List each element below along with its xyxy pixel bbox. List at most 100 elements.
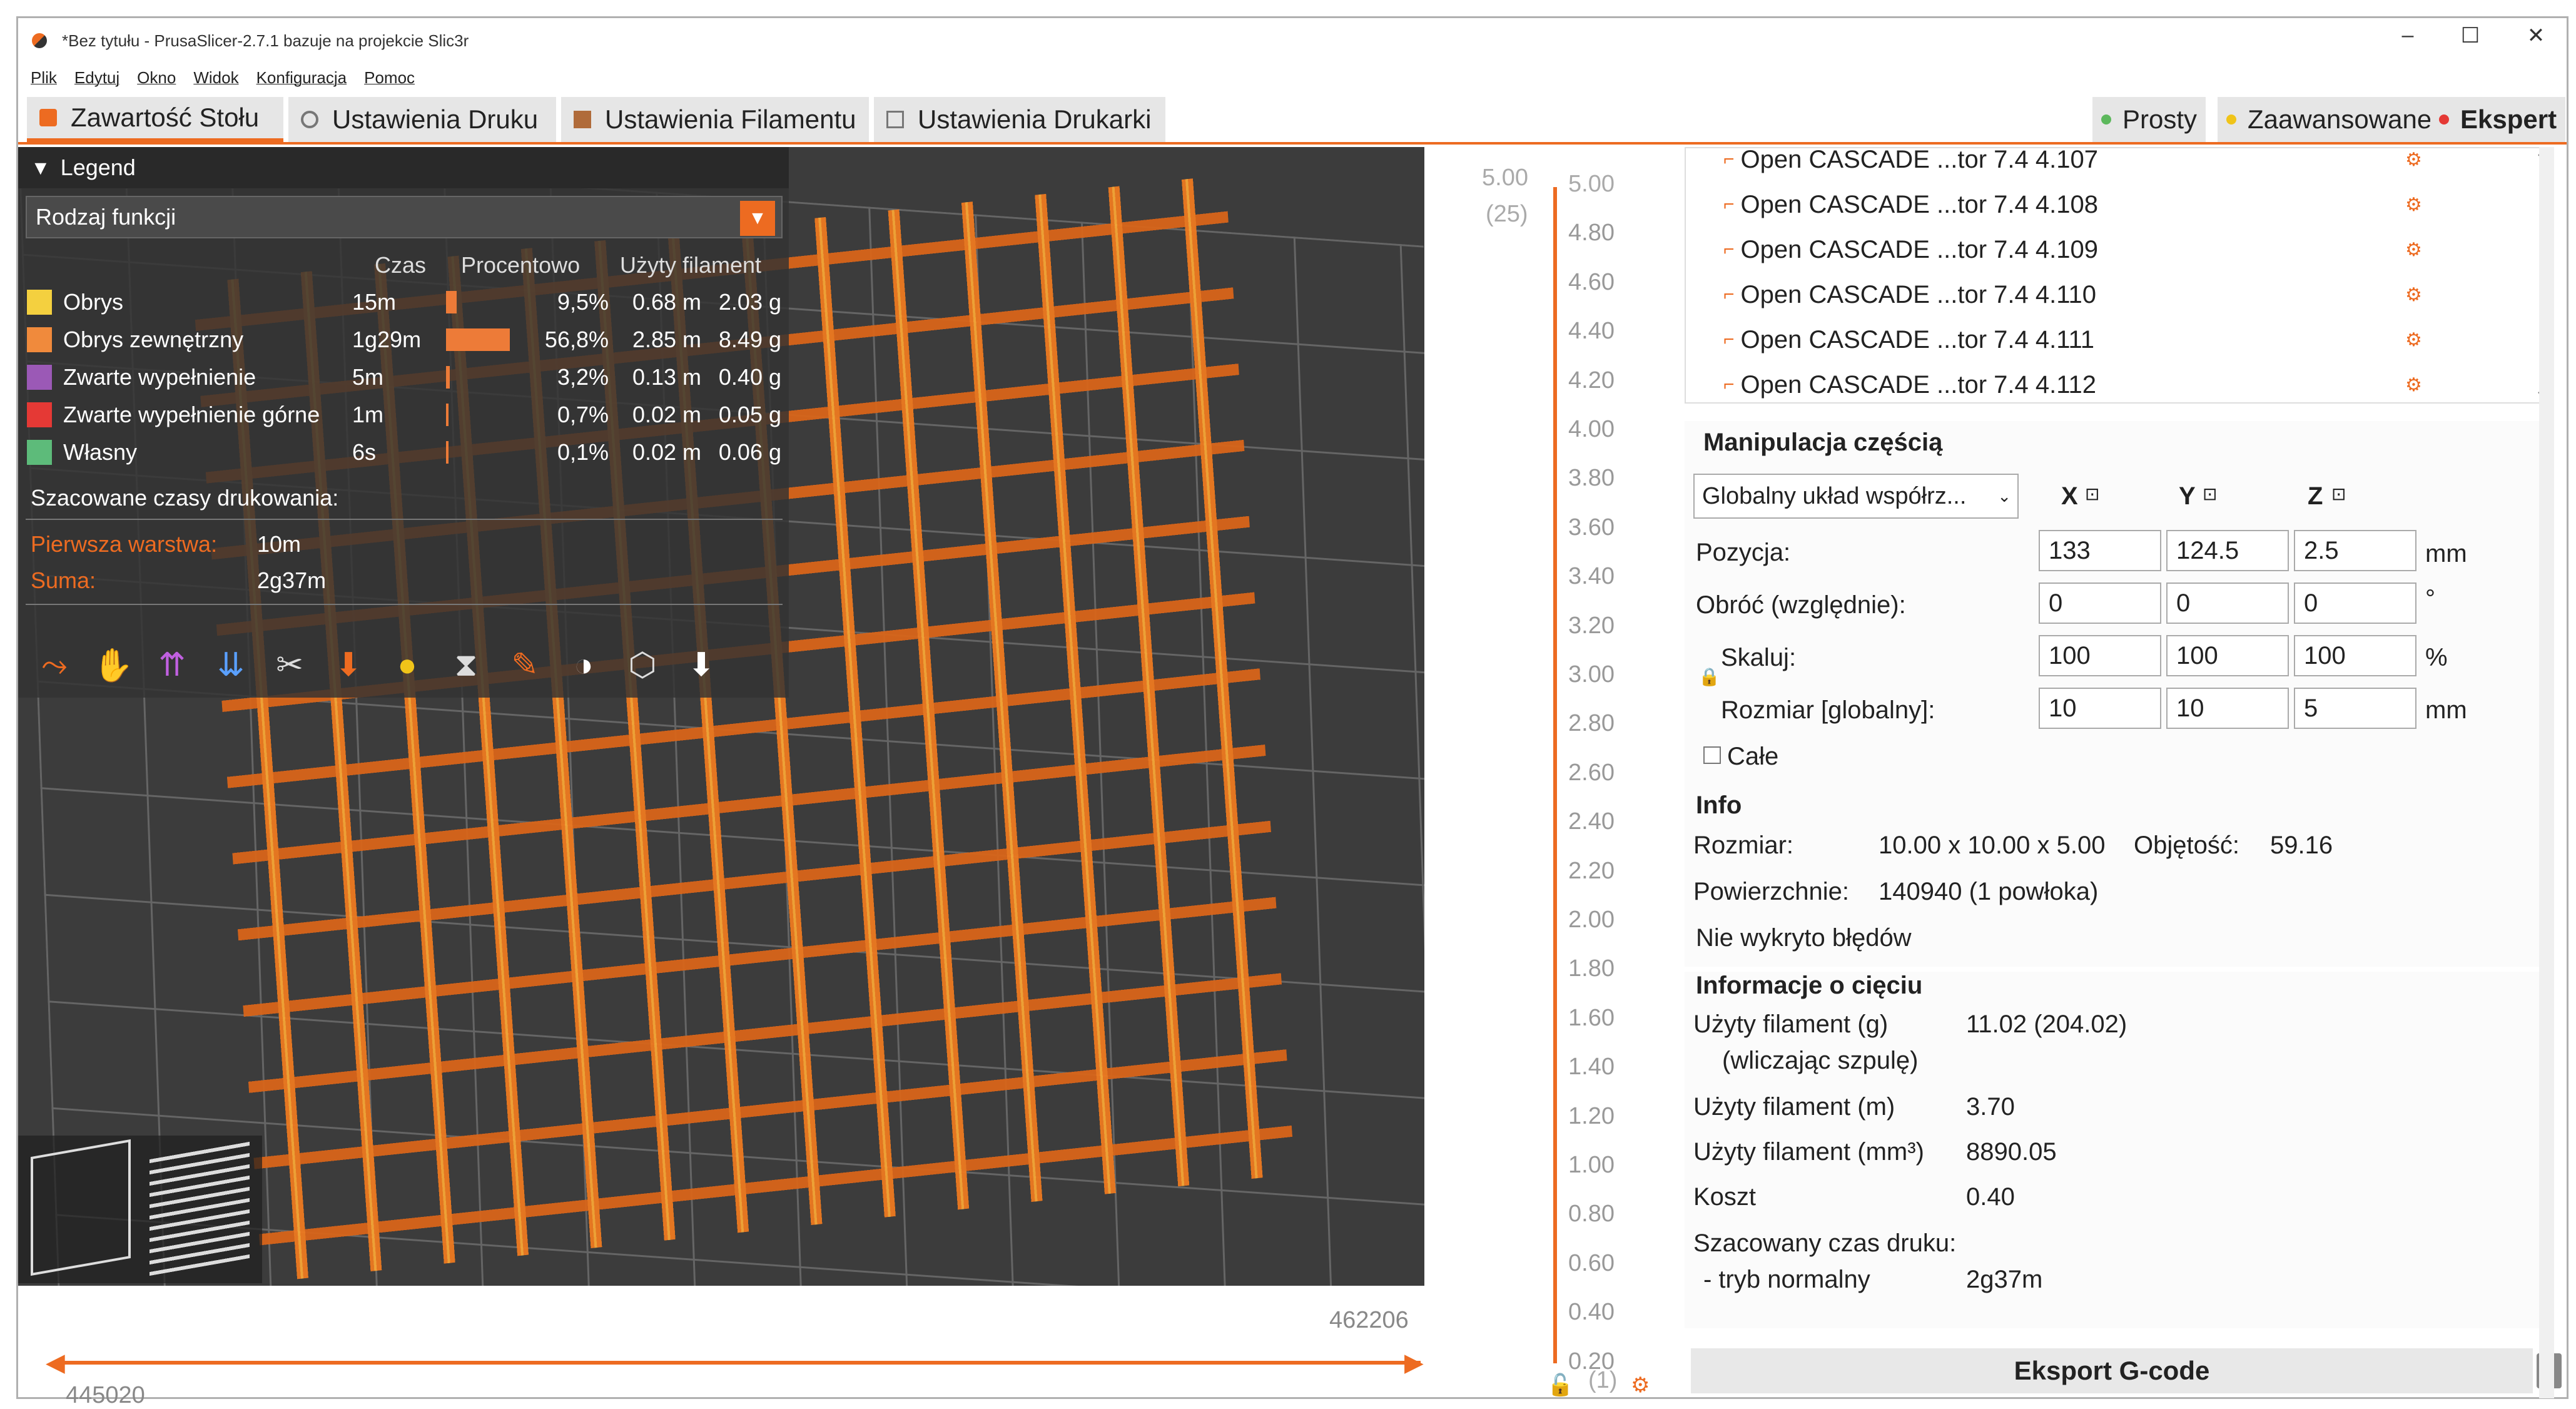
layer-height-tick: 1.40 <box>1568 1054 1615 1081</box>
object-name: Open CASCADE ...tor 7.4 4.107 <box>1740 147 2098 173</box>
shells-icon[interactable]: ⬡ <box>619 641 666 689</box>
layer-height-tick: 5.00 <box>1568 171 1615 197</box>
legend-row[interactable]: Własny 6s 0,1% 0.02 m 0.06 g <box>27 435 784 470</box>
tab-plater[interactable]: Zawartość Stołu <box>27 97 283 142</box>
rotation-x-field[interactable]: 0 <box>2039 582 2161 624</box>
tab-filament-settings[interactable]: Ustawienia Filamentu <box>561 97 869 142</box>
object-list-item[interactable]: ⌐ Open CASCADE ...tor 7.4 4.107 ⚙ <box>1723 147 2474 182</box>
horizontal-slider[interactable]: 462206 ◀ ▶ 445020 <box>34 1307 1424 1408</box>
slice-info-label: Użyty filament (mm³) <box>1693 1138 1924 1166</box>
mode-expert[interactable]: Ekspert <box>2430 97 2566 142</box>
whole-checkbox[interactable] <box>1703 746 1721 764</box>
view-type-dropdown[interactable]: Rodzaj funkcji ▼ <box>26 196 783 238</box>
drop-to-bed-icon[interactable]: ⊡ <box>2085 484 2099 504</box>
deretraction-icon[interactable]: ⇊ <box>207 641 255 689</box>
menu-window[interactable]: Okno <box>137 68 176 88</box>
3d-view-cube-icon[interactable] <box>31 1139 131 1276</box>
maximize-button[interactable]: ☐ <box>2445 23 2495 48</box>
legend-panel: ▼ Legend Rodzaj funkcji ▼ Czas Procentow… <box>18 147 789 698</box>
settings-cog-icon[interactable]: ⚙ <box>2405 284 2422 306</box>
object-list-item[interactable]: ⌐ Open CASCADE ...tor 7.4 4.110 ⚙ <box>1723 272 2474 317</box>
layer-height-tick: 4.80 <box>1568 220 1615 247</box>
drop-to-bed-icon[interactable]: ⊡ <box>2203 484 2217 504</box>
settings-cog-icon[interactable]: ⚙ <box>2405 374 2422 396</box>
menu-configuration[interactable]: Konfiguracja <box>256 68 347 88</box>
percent-bar <box>446 291 457 313</box>
custom-gcode-icon[interactable]: ✎ <box>501 641 549 689</box>
scale-z-field[interactable]: 100 <box>2294 635 2416 676</box>
menu-edit[interactable]: Edytuj <box>74 68 119 88</box>
layers-view-icon[interactable] <box>150 1139 250 1276</box>
3d-preview-canvas[interactable]: ▼ Legend Rodzaj funkcji ▼ Czas Procentow… <box>18 147 1424 1286</box>
legend-row[interactable]: Obrys zewnętrzny 1g29m 56,8% 2.85 m 8.49 g <box>27 322 784 357</box>
tab-print-settings[interactable]: Ustawienia Druku <box>288 97 556 142</box>
scale-x-field[interactable]: 100 <box>2039 635 2161 676</box>
object-list-item[interactable]: ⌐ Open CASCADE ...tor 7.4 4.111 ⚙ <box>1723 317 2474 362</box>
mode-expert-label: Ekspert <box>2460 104 2557 134</box>
legend-row[interactable]: Zwarte wypełnienie górne 1m 0,7% 0.02 m 0.05… <box>27 397 784 432</box>
seam-icon[interactable]: ✂ <box>266 641 313 689</box>
vslider-track[interactable] <box>1553 187 1557 1363</box>
menu-help[interactable]: Pomoc <box>364 68 415 88</box>
object-list-item[interactable]: ⌐ Open CASCADE ...tor 7.4 4.108 ⚙ <box>1723 182 2474 227</box>
drop-to-bed-icon[interactable]: ⊡ <box>2331 484 2346 504</box>
divider <box>26 604 783 605</box>
rotation-z-field[interactable]: 0 <box>2294 582 2416 624</box>
size-y-field[interactable]: 10 <box>2166 688 2289 729</box>
layer-height-tick: 0.60 <box>1568 1249 1615 1276</box>
coordinate-system-dropdown[interactable]: Globalny układ współrz... ⌄ <box>1693 474 2019 519</box>
chevron-down-icon: ⌄ <box>1997 486 2011 506</box>
object-list-item[interactable]: ⌐ Open CASCADE ...tor 7.4 4.112 ⚙ <box>1723 362 2474 402</box>
layer-height-tick: 4.60 <box>1568 268 1615 295</box>
vertical-layer-slider[interactable]: 5.00 (25) 5.00 4.80 4.60 4.40 4.20 4.00 3.80 3.… <box>1482 150 1650 1398</box>
position-x-field[interactable]: 133 <box>2039 530 2161 571</box>
pause-icon[interactable]: ⧗ <box>442 641 490 689</box>
scale-y-field[interactable]: 100 <box>2166 635 2289 676</box>
settings-cog-icon[interactable]: ⚙ <box>1631 1373 1650 1398</box>
retraction-icon[interactable]: ⇈ <box>148 641 196 689</box>
position-y-field[interactable]: 124.5 <box>2166 530 2289 571</box>
part-icon: ⌐ <box>1723 149 1735 170</box>
feature-length: 0.13 m <box>632 364 701 390</box>
feature-time: 6s <box>352 439 377 465</box>
hslider-track[interactable] <box>57 1361 1421 1365</box>
object-name: Open CASCADE ...tor 7.4 4.112 <box>1740 370 2096 399</box>
settings-cog-icon[interactable]: ⚙ <box>2405 239 2422 261</box>
lock-icon[interactable]: 🔓 <box>1547 1373 1573 1398</box>
hslider-left-thumb-icon[interactable]: ◀ <box>46 1348 65 1377</box>
rotation-y-field[interactable]: 0 <box>2166 582 2289 624</box>
close-button[interactable]: ✕ <box>2511 23 2561 48</box>
tab-filament-settings-label: Ustawienia Filamentu <box>605 104 856 134</box>
mode-advanced[interactable]: Zaawansowane <box>2218 97 2441 142</box>
feature-time: 15m <box>352 289 397 315</box>
tool-change-icon[interactable]: ⬇ <box>325 641 372 689</box>
settings-cog-icon[interactable]: ⚙ <box>2405 194 2422 216</box>
sidebar-scrollbar[interactable] <box>2539 147 2554 1398</box>
menu-file[interactable]: Plik <box>31 68 57 88</box>
travel-icon[interactable]: ⤳ <box>31 641 78 689</box>
mode-simple[interactable]: Prosty <box>2092 97 2206 142</box>
menu-view[interactable]: Widok <box>193 68 238 88</box>
tab-printer-settings[interactable]: Ustawienia Drukarki <box>874 97 1165 142</box>
object-list[interactable]: ⌐ Open CASCADE ...tor 7.4 4.107 ⚙ ⌐ Open CAS… <box>1685 147 2554 404</box>
object-list-item[interactable]: ⌐ Open CASCADE ...tor 7.4 4.109 ⚙ <box>1723 227 2474 272</box>
tool-marker-icon[interactable]: ⬇ <box>677 641 725 689</box>
wipe-icon[interactable]: ✋ <box>89 641 137 689</box>
feature-length: 0.02 m <box>632 439 701 465</box>
settings-cog-icon[interactable]: ⚙ <box>2405 329 2422 351</box>
color-change-icon[interactable]: ● <box>383 641 431 689</box>
size-z-field[interactable]: 5 <box>2294 688 2416 729</box>
minimize-button[interactable]: – <box>2383 23 2433 48</box>
title-bar: *Bez tytułu - PrusaSlicer-2.7.1 bazuje n… <box>18 18 2567 63</box>
legend-row[interactable]: Zwarte wypełnienie 5m 3,2% 0.13 m 0.40 g <box>27 360 784 395</box>
hslider-right-thumb-icon[interactable]: ▶ <box>1404 1348 1424 1377</box>
legend-row[interactable]: Obrys 15m 9,5% 0.68 m 2.03 g <box>27 285 784 320</box>
settings-cog-icon[interactable]: ⚙ <box>2405 149 2422 171</box>
export-gcode-button[interactable]: Eksport G-code <box>1691 1348 2533 1393</box>
sidebar: ⌐ Open CASCADE ...tor 7.4 4.107 ⚙ ⌐ Open CAS… <box>1685 147 2562 1398</box>
lock-icon[interactable]: 🔒 <box>1698 666 1720 687</box>
position-z-field[interactable]: 2.5 <box>2294 530 2416 571</box>
legend-header[interactable]: ▼ Legend <box>18 147 789 188</box>
size-x-field[interactable]: 10 <box>2039 688 2161 729</box>
center-of-gravity-icon[interactable]: ◑ <box>560 641 607 689</box>
